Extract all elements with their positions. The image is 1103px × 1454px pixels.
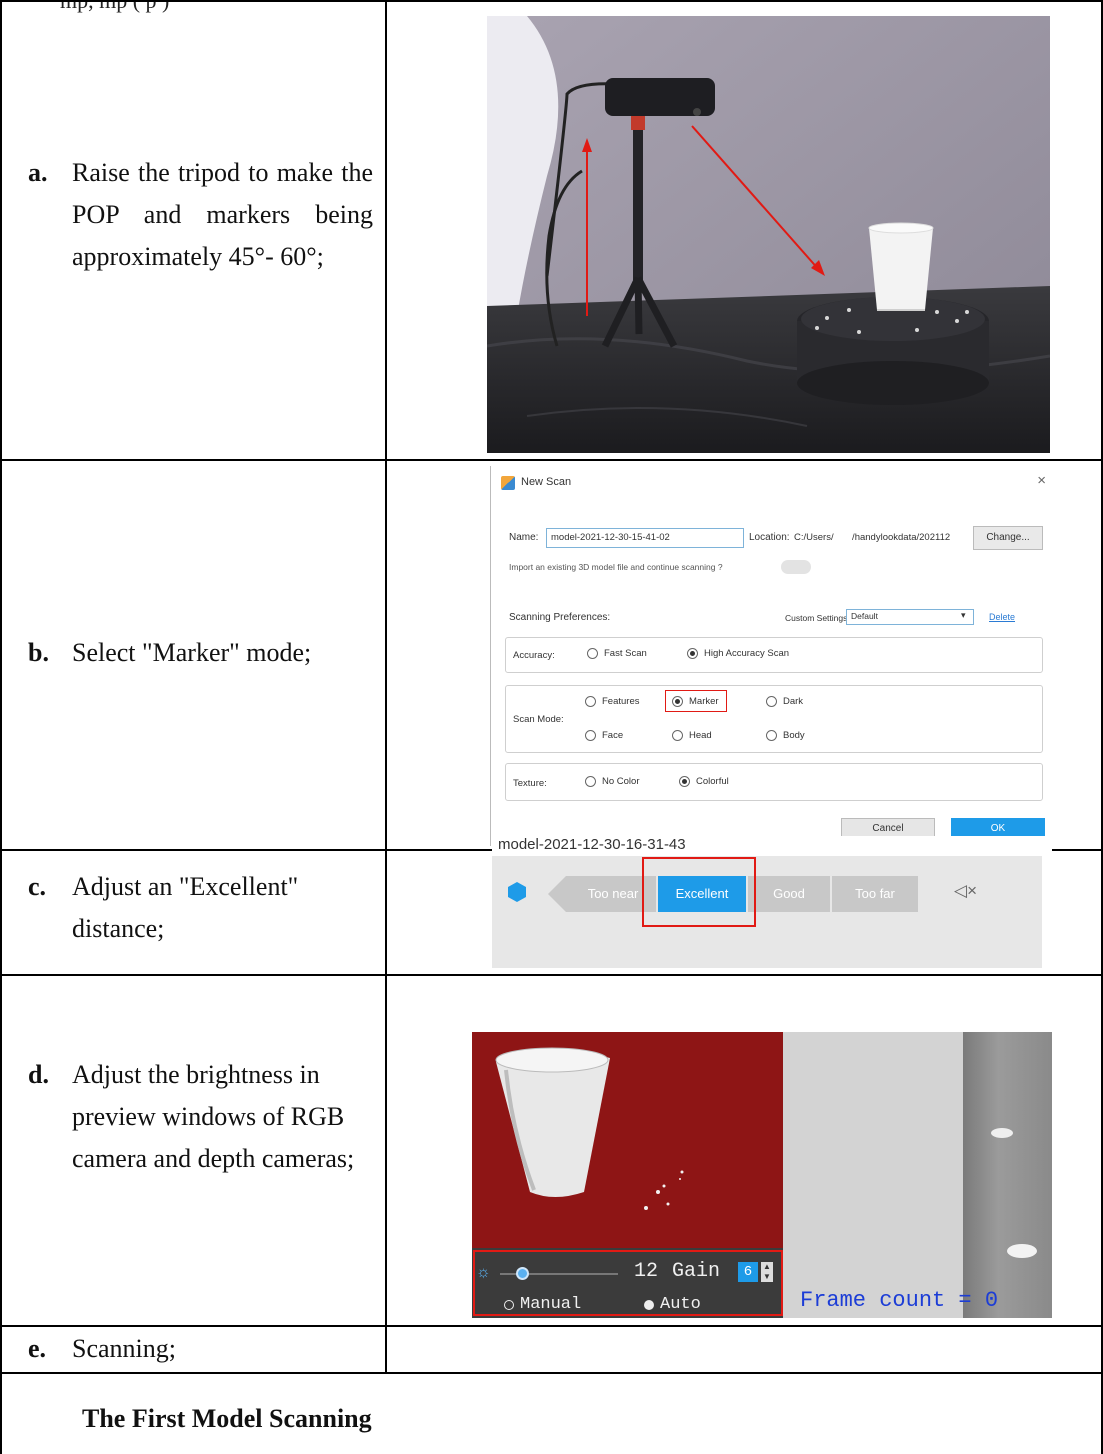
dialog-title: New Scan bbox=[521, 476, 572, 488]
column-divider bbox=[385, 0, 387, 1372]
step-b-text: b. Select "Marker" mode; bbox=[28, 638, 312, 667]
preview-windows: ☼ 12 Gain 6 ▲ ▼ Manual Auto Frame count =… bbox=[472, 1032, 1052, 1318]
delete-link[interactable]: Delete bbox=[989, 612, 1015, 622]
name-input[interactable]: model-2021-12-30-15-41-02 bbox=[546, 528, 744, 548]
head-radio[interactable]: Head bbox=[672, 730, 712, 741]
row-divider-caption bbox=[0, 1372, 1103, 1374]
gain-input[interactable]: 6 bbox=[738, 1262, 758, 1282]
fast-scan-radio[interactable]: Fast Scan bbox=[587, 648, 647, 659]
too-far-segment: Too far bbox=[832, 876, 918, 912]
face-radio[interactable]: Face bbox=[585, 730, 623, 741]
texture-label: Texture: bbox=[513, 778, 547, 789]
model-name: model-2021-12-30-16-31-43 bbox=[498, 836, 686, 853]
high-accuracy-radio[interactable]: High Accuracy Scan bbox=[687, 648, 789, 659]
import-text: Import an existing 3D model file and con… bbox=[509, 562, 723, 572]
mute-icon[interactable]: ◁× bbox=[954, 881, 977, 901]
marker-radio[interactable]: Marker bbox=[672, 696, 719, 707]
custom-settings-select[interactable]: Default bbox=[846, 609, 974, 625]
colorful-radio[interactable]: Colorful bbox=[679, 776, 729, 787]
change-button[interactable]: Change... bbox=[973, 526, 1043, 550]
custom-settings-label: Custom Settings: bbox=[785, 613, 850, 623]
no-color-radio[interactable]: No Color bbox=[585, 776, 640, 787]
chevron-down-icon: ▾ bbox=[961, 610, 966, 620]
figure-caption: The First Model Scanning bbox=[82, 1404, 372, 1433]
frame-count: Frame count = 0 bbox=[800, 1288, 999, 1313]
features-radio[interactable]: Features bbox=[585, 696, 640, 707]
row-divider-ab bbox=[0, 459, 1103, 461]
radio-icon bbox=[672, 730, 683, 741]
close-icon[interactable]: × bbox=[1037, 472, 1046, 489]
radio-icon bbox=[585, 696, 596, 707]
scan-mode-label: Scan Mode: bbox=[513, 714, 564, 725]
distance-panel bbox=[492, 856, 1042, 968]
exposure-value: 12 bbox=[634, 1260, 659, 1283]
rgb-preview-gap bbox=[783, 1032, 963, 1318]
row-divider-de bbox=[0, 1325, 1103, 1327]
prefs-label: Scanning Preferences: bbox=[509, 612, 611, 623]
radio-selected-icon bbox=[672, 696, 683, 707]
auto-label: Auto bbox=[660, 1295, 701, 1314]
gain-label: Gain bbox=[672, 1260, 721, 1283]
radio-icon bbox=[585, 730, 596, 741]
depth-preview bbox=[472, 1032, 783, 1248]
step-a-text: a. Raise the tripod to make the POP and … bbox=[28, 158, 373, 271]
tripod-photo bbox=[487, 16, 1050, 453]
step-e-text: e. Scanning; bbox=[28, 1334, 176, 1363]
sun-icon: ☼ bbox=[476, 1264, 491, 1281]
cut-off-preceding-text: mp, mp ( p ) bbox=[60, 0, 170, 13]
import-toggle[interactable] bbox=[781, 560, 811, 574]
name-label: Name: bbox=[509, 532, 539, 543]
app-logo-icon bbox=[501, 476, 515, 490]
location-value: C:/Users/ /handylookdata/202112 bbox=[794, 532, 951, 543]
radio-icon bbox=[766, 730, 777, 741]
table-border-top bbox=[0, 0, 1103, 2]
exposure-slider-handle[interactable] bbox=[516, 1267, 529, 1280]
dark-radio[interactable]: Dark bbox=[766, 696, 803, 707]
step-d-text: d. Adjust the brightness in preview wind… bbox=[28, 1060, 355, 1173]
gain-stepper-icon[interactable]: ▲ ▼ bbox=[761, 1262, 773, 1282]
new-scan-dialog: New Scan × Name: model-2021-12-30-15-41-… bbox=[490, 466, 1058, 846]
manual-radio-icon[interactable] bbox=[504, 1300, 514, 1310]
marker-dot bbox=[991, 1128, 1013, 1138]
location-label: Location: bbox=[749, 532, 790, 543]
table-border-left bbox=[0, 0, 2, 1454]
body-radio[interactable]: Body bbox=[766, 730, 805, 741]
accuracy-label: Accuracy: bbox=[513, 650, 555, 661]
auto-radio-icon[interactable] bbox=[644, 1300, 654, 1310]
row-divider-cd bbox=[0, 974, 1103, 976]
radio-selected-icon bbox=[679, 776, 690, 787]
step-c-text: c. Adjust an "Excellent" distance; bbox=[28, 872, 299, 943]
radio-icon bbox=[585, 776, 596, 787]
rgb-preview bbox=[963, 1032, 1052, 1318]
radio-icon bbox=[587, 648, 598, 659]
manual-label: Manual bbox=[520, 1295, 582, 1314]
good-segment: Good bbox=[748, 876, 830, 912]
radio-selected-icon bbox=[687, 648, 698, 659]
excellent-highlight-box bbox=[642, 857, 756, 927]
marker-dot bbox=[1007, 1244, 1037, 1258]
radio-icon bbox=[766, 696, 777, 707]
